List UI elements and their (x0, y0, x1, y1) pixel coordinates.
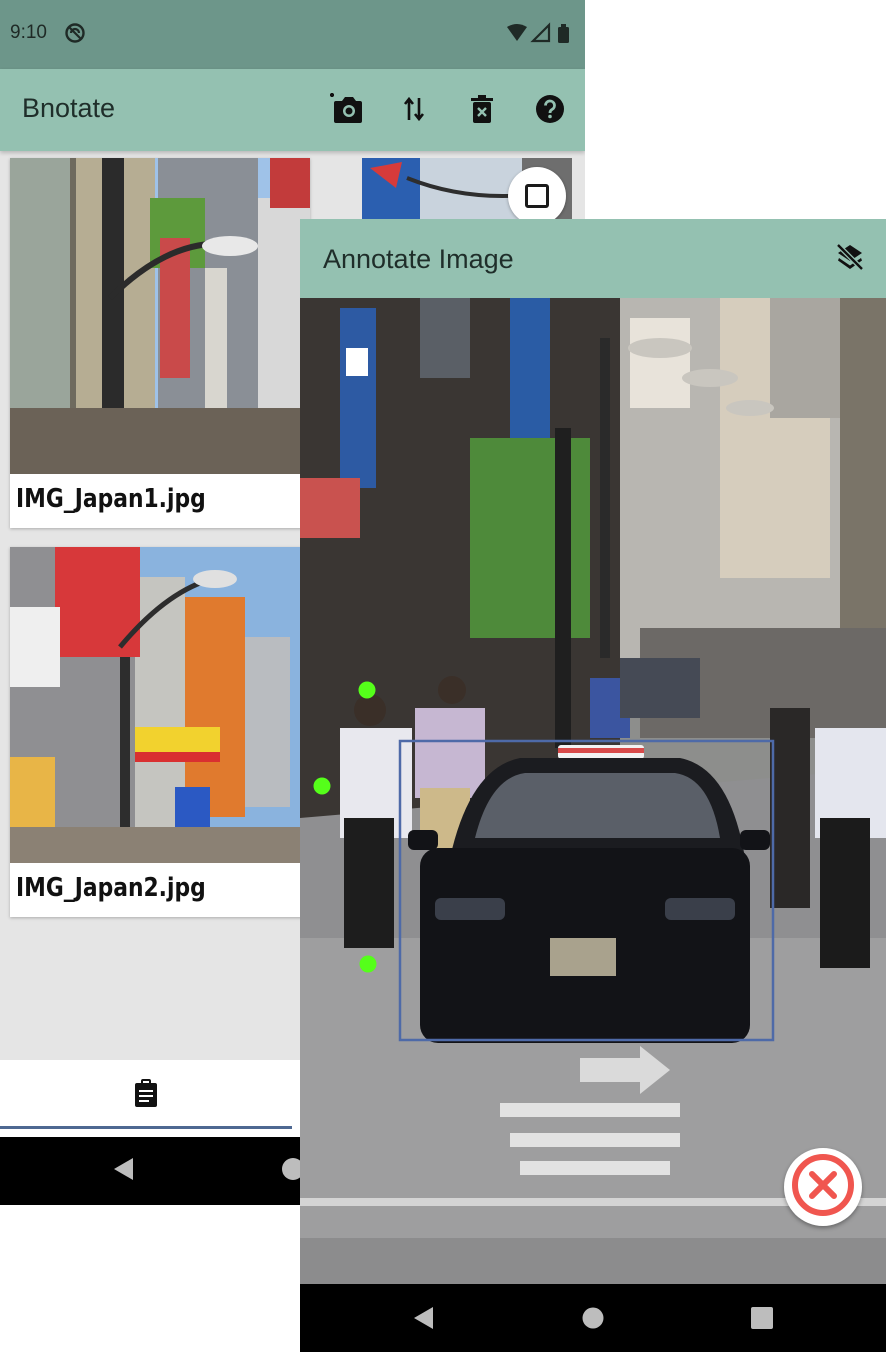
system-navigation-bar (300, 1285, 886, 1352)
delete-button[interactable] (462, 91, 502, 131)
keypoint-marker[interactable] (359, 955, 377, 973)
recents-icon (751, 1306, 773, 1334)
battery-icon (558, 24, 569, 43)
screen: 9:10 Bnotate IMG_Japan1.jpg IMG_Japan2.j… (0, 0, 886, 1352)
gallery-item[interactable]: IMG_Japan2.jpg (10, 547, 310, 917)
status-icons (505, 22, 575, 46)
status-bar: 9:10 (0, 0, 585, 69)
image-thumbnail (10, 547, 310, 863)
annotation-canvas[interactable] (300, 298, 886, 1284)
close-circle-icon (790, 1152, 856, 1223)
recents-button[interactable] (747, 1305, 777, 1335)
back-button[interactable] (408, 1305, 438, 1335)
select-toggle-button[interactable] (508, 167, 566, 225)
help-icon (535, 94, 565, 129)
app-title: Bnotate (22, 93, 116, 123)
help-button[interactable] (530, 91, 570, 131)
home-button[interactable] (578, 1305, 608, 1335)
gallery-item[interactable]: IMG_Japan1.jpg (10, 158, 310, 528)
sort-icon (402, 96, 426, 127)
add-photo-icon (328, 92, 364, 130)
keypoint-marker[interactable] (313, 777, 331, 795)
image-thumbnail (10, 158, 310, 474)
add-photo-button[interactable] (326, 91, 366, 131)
home-icon (581, 1306, 605, 1335)
app-bar: Bnotate (0, 69, 585, 151)
back-button[interactable] (108, 1156, 138, 1186)
wifi-icon (507, 24, 527, 41)
signal-icon (530, 22, 551, 43)
checkbox-blank-icon (525, 184, 549, 208)
layers-clear-icon (835, 242, 865, 277)
annotate-dialog: Annotate Image (300, 219, 886, 1352)
clear-annotations-button[interactable] (830, 239, 870, 279)
keypoint-marker[interactable] (358, 681, 376, 699)
dialog-header: Annotate Image (300, 219, 886, 298)
clipboard-annotate-icon (134, 1078, 158, 1112)
back-icon (411, 1305, 435, 1336)
image-filename: IMG_Japan1.jpg (16, 484, 206, 514)
delete-icon (471, 94, 493, 128)
status-time: 9:10 (10, 22, 47, 43)
do-not-disturb-icon (64, 22, 86, 44)
sort-button[interactable] (394, 91, 434, 131)
tab-annotate[interactable] (0, 1060, 292, 1130)
close-button[interactable] (784, 1148, 862, 1226)
dialog-title: Annotate Image (323, 244, 514, 274)
image-filename: IMG_Japan2.jpg (16, 873, 206, 903)
back-icon (111, 1156, 135, 1187)
tab-indicator (0, 1126, 292, 1129)
